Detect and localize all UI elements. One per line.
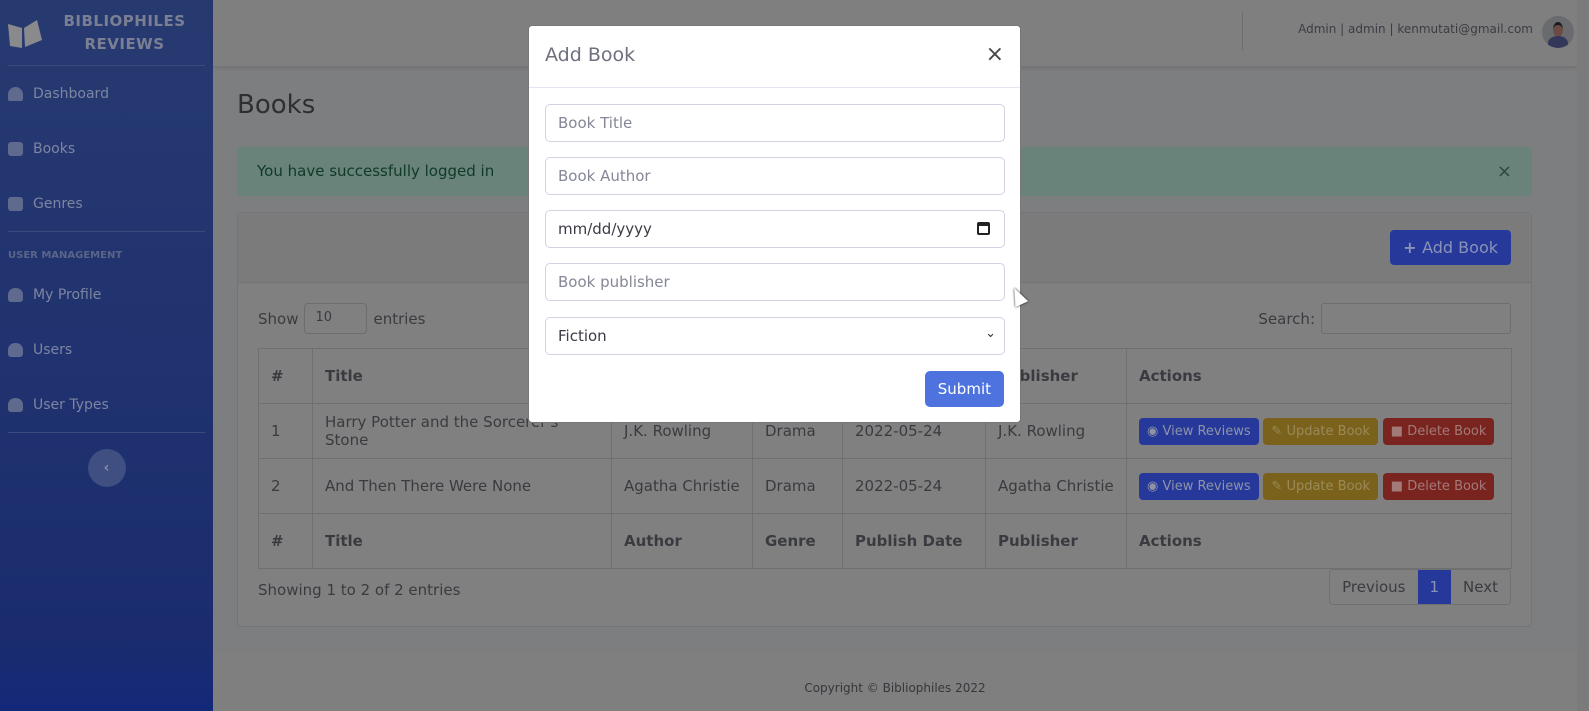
genre-value: Fiction	[558, 327, 607, 345]
sidebar-item-books[interactable]: Books	[0, 121, 213, 176]
button-label: Update Book	[1286, 478, 1371, 494]
edit-icon: ✎	[1271, 478, 1287, 494]
cell-genre: Drama	[752, 458, 843, 514]
divider	[8, 432, 205, 433]
tachometer-icon	[8, 86, 23, 101]
scrollbar[interactable]	[1577, 0, 1589, 711]
avatar[interactable]	[1542, 16, 1574, 48]
search-label: Search:	[1258, 309, 1315, 328]
section-heading: USER MANAGEMENT	[8, 250, 123, 261]
col-header[interactable]: Actions	[1126, 348, 1512, 404]
topbar-divider	[1242, 12, 1243, 50]
user-icon	[8, 287, 23, 302]
cell-date: 2022-05-24	[842, 458, 986, 514]
book-title-input[interactable]: Book Title	[545, 104, 1005, 142]
edit-icon: ✎	[1271, 423, 1287, 439]
cell-index: 1	[258, 403, 313, 459]
brand[interactable]: BIBLIOPHILES REVIEWS	[8, 0, 205, 66]
eye-icon: ◉	[1147, 478, 1163, 494]
sidebar-item-label: Genres	[33, 195, 83, 212]
sidebar-item-dashboard[interactable]: Dashboard	[0, 66, 213, 121]
sidebar-item-label: User Types	[33, 396, 109, 413]
delete-book-button[interactable]: ■ Delete Book	[1382, 417, 1495, 445]
add-book-button[interactable]: + Add Book	[1390, 230, 1511, 265]
sidebar-toggle-button[interactable]: ‹	[87, 449, 126, 487]
sidebar-item-user-types[interactable]: User Types	[0, 377, 213, 432]
trash-icon: ■	[1390, 423, 1408, 439]
col-footer: Publish Date	[842, 513, 986, 569]
users-icon	[8, 342, 23, 357]
cell-actions: ◉ View Reviews ✎ Update Book ■ Delete Bo…	[1126, 458, 1512, 514]
view-reviews-button[interactable]: ◉ View Reviews	[1139, 417, 1259, 445]
eye-icon: ◉	[1147, 423, 1163, 439]
user-info[interactable]: Admin | admin | kenmutati@gmail.com	[1298, 22, 1533, 36]
entries-select[interactable]: 10	[304, 303, 368, 334]
col-footer: #	[258, 513, 313, 569]
delete-book-button[interactable]: ■ Delete Book	[1382, 472, 1495, 500]
col-footer: Genre	[752, 513, 843, 569]
sidebar-item-genres[interactable]: Genres	[0, 176, 213, 231]
footer: Copyright © Bibliophiles 2022	[213, 652, 1577, 711]
book-author-input[interactable]: Book Author	[545, 157, 1005, 195]
sidebar-item-label: Books	[33, 140, 76, 157]
add-book-modal: Add Book × Book Title Book Author mm/dd/y…	[528, 25, 1021, 423]
alert-close-button[interactable]: ×	[1497, 161, 1512, 182]
address-book-icon	[8, 196, 23, 211]
trash-icon: ■	[1390, 478, 1408, 494]
calendar-icon[interactable]	[977, 222, 990, 235]
modal-close-button[interactable]: ×	[986, 42, 1004, 67]
plus-icon: +	[1403, 238, 1423, 257]
brand-title: BIBLIOPHILES	[63, 11, 186, 30]
book-icon	[8, 141, 23, 156]
publish-date-input[interactable]: mm/dd/yyyy	[545, 210, 1005, 248]
sidebar: BIBLIOPHILES REVIEWS Dashboard Books Genr…	[0, 0, 213, 711]
col-footer: Publisher	[985, 513, 1127, 569]
sidebar-item-label: Users	[33, 341, 73, 358]
cell-author: Agatha Christie	[611, 458, 753, 514]
previous-button[interactable]: Previous	[1330, 570, 1417, 604]
show-label: Show	[258, 309, 299, 328]
search-input[interactable]	[1321, 303, 1511, 334]
user-plus-icon	[8, 397, 23, 412]
button-label: Update Book	[1286, 423, 1371, 439]
button-label: Delete Book	[1407, 478, 1487, 494]
entries-label: entries	[373, 309, 426, 328]
cell-publisher: Agatha Christie	[985, 458, 1127, 514]
update-book-button[interactable]: ✎ Update Book	[1263, 417, 1379, 445]
button-label: View Reviews	[1162, 423, 1251, 439]
sidebar-item-my-profile[interactable]: My Profile	[0, 267, 213, 322]
submit-button[interactable]: Submit	[924, 371, 1004, 407]
update-book-button[interactable]: ✎ Update Book	[1263, 472, 1379, 500]
col-footer: Author	[611, 513, 753, 569]
sidebar-item-label: Dashboard	[33, 85, 109, 102]
sidebar-item-label: My Profile	[33, 286, 102, 303]
page-title: Books	[237, 90, 316, 120]
cell-actions: ◉ View Reviews ✎ Update Book ■ Delete Bo…	[1126, 403, 1512, 459]
button-label: View Reviews	[1162, 478, 1251, 494]
cell-title: And Then There Were None	[312, 458, 612, 514]
col-footer: Title	[312, 513, 612, 569]
alert-text: You have successfully logged in	[257, 162, 495, 180]
book-publisher-input[interactable]: Book publisher	[545, 263, 1005, 301]
pagination: Previous 1 Next	[1329, 569, 1511, 605]
add-book-label: Add Book	[1422, 238, 1498, 257]
date-placeholder: mm/dd/yyyy	[558, 220, 652, 238]
next-button[interactable]: Next	[1451, 570, 1510, 604]
table-row: 2 And Then There Were None Agatha Christie…	[258, 458, 1512, 514]
brand-subtitle: REVIEWS	[84, 34, 165, 53]
cell-index: 2	[258, 458, 313, 514]
view-reviews-button[interactable]: ◉ View Reviews	[1139, 472, 1259, 500]
col-footer: Actions	[1126, 513, 1512, 569]
col-header[interactable]: #	[258, 348, 313, 404]
page-1-button[interactable]: 1	[1417, 570, 1452, 604]
modal-title: Add Book	[545, 44, 636, 66]
book-open-icon	[8, 19, 42, 48]
chevron-down-icon: ⌄	[985, 326, 996, 341]
table-info: Showing 1 to 2 of 2 entries	[258, 581, 461, 599]
genre-select[interactable]: Fiction ⌄	[545, 317, 1005, 355]
button-label: Delete Book	[1407, 423, 1487, 439]
sidebar-item-users[interactable]: Users	[0, 322, 213, 377]
